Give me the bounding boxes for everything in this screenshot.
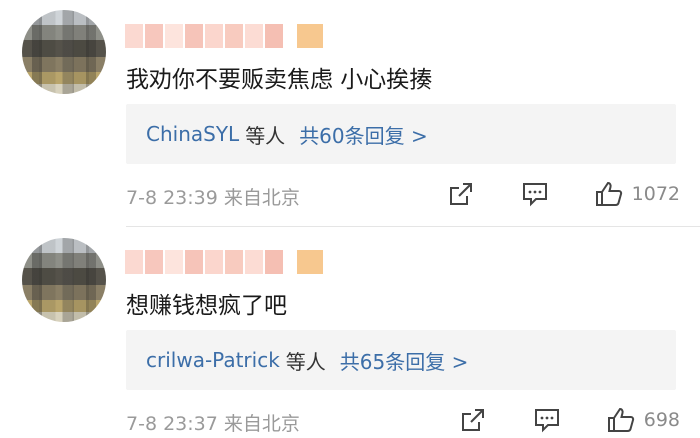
reply-summary[interactable]: ChinaSYL 等人 共60条回复 > — [126, 104, 676, 164]
username-blurred[interactable] — [125, 250, 323, 274]
comment-actions: 698 — [458, 405, 680, 435]
reply-etc-label: 等人 — [245, 123, 286, 148]
comment-text: 想赚钱想疯了吧 — [126, 293, 287, 319]
comment-meta: 7-8 23:39 来自北京 — [126, 187, 300, 209]
thumbs-up-icon[interactable] — [606, 405, 636, 435]
share-icon[interactable] — [446, 179, 476, 209]
divider — [126, 226, 700, 227]
comment-item: 我劝你不要贩卖焦虑 小心挨揍 ChinaSYL 等人 共60条回复 > 7-8 … — [0, 0, 700, 227]
reply-count-link[interactable]: 共65条回复 > — [340, 346, 469, 375]
like-count: 1072 — [631, 183, 680, 205]
comment-item: 想赚钱想疯了吧 crilwa-Patrick 等人 共65条回复 > 7-8 2… — [0, 228, 700, 438]
avatar[interactable] — [22, 238, 106, 322]
share-icon[interactable] — [458, 405, 488, 435]
comment-icon[interactable] — [520, 179, 550, 209]
reply-user-link[interactable]: ChinaSYL — [146, 122, 239, 146]
reply-etc-label: 等人 — [285, 349, 326, 374]
avatar[interactable] — [22, 10, 106, 94]
comment-meta: 7-8 23:37 来自北京 — [126, 413, 300, 435]
comment-icon[interactable] — [532, 405, 562, 435]
reply-count-link[interactable]: 共60条回复 > — [299, 120, 428, 149]
thumbs-up-icon[interactable] — [594, 179, 624, 209]
reply-user-link[interactable]: crilwa-Patrick — [146, 348, 280, 372]
username-blurred[interactable] — [125, 24, 323, 48]
like-count: 698 — [643, 409, 680, 431]
reply-summary[interactable]: crilwa-Patrick 等人 共65条回复 > — [126, 330, 676, 390]
comment-text: 我劝你不要贩卖焦虑 小心挨揍 — [126, 67, 433, 93]
comment-actions: 1072 — [446, 179, 680, 209]
